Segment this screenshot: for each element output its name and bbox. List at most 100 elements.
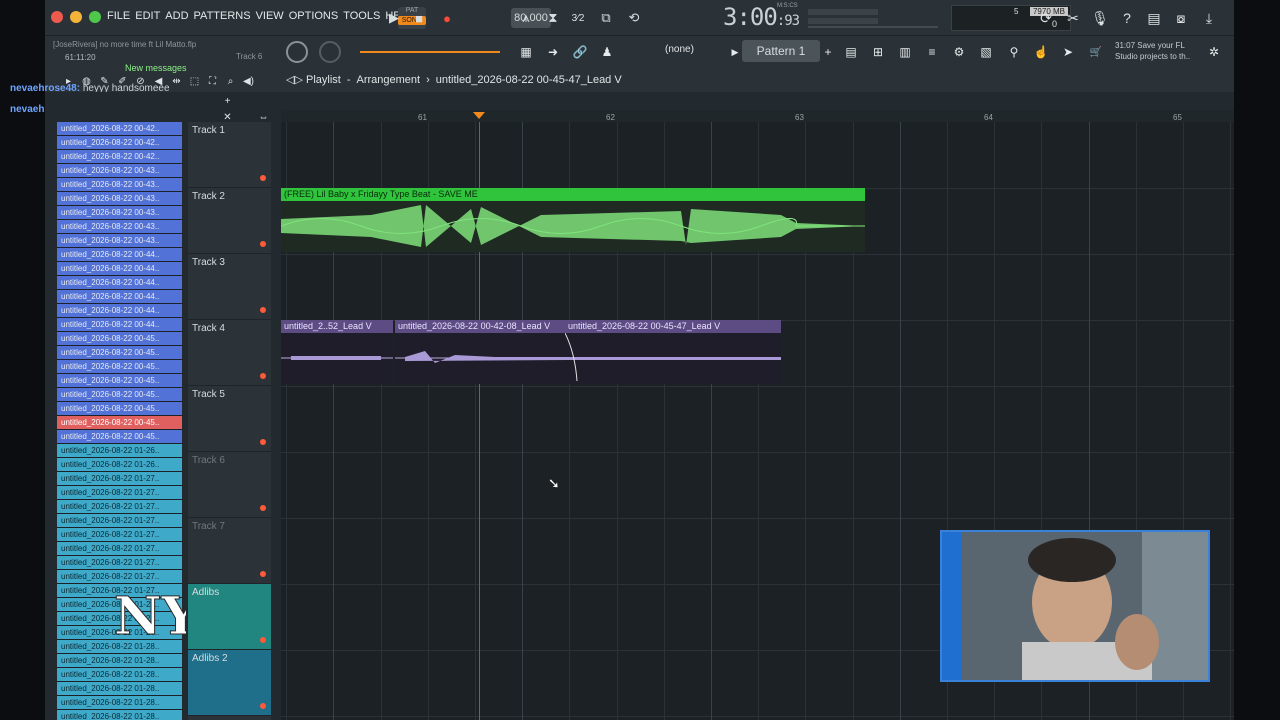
browser-clip-item[interactable]: untitled_2026-08-22 00-43..	[57, 206, 182, 220]
arrow-icon[interactable]: ➜	[542, 43, 564, 61]
browser-clip-item[interactable]: untitled_2026-08-22 00-44..	[57, 318, 182, 332]
browser-clip-item[interactable]: untitled_2026-08-22 00-42..	[57, 122, 182, 136]
browser-clip-item[interactable]: untitled_2026-08-22 00-43..	[57, 220, 182, 234]
minimize-window-button[interactable]	[70, 11, 82, 23]
menu-tools[interactable]: TOOLS	[343, 10, 380, 22]
mixer-icon[interactable]: ≡	[921, 43, 943, 61]
lead-clip-2[interactable]: untitled_2026-08-22 00-42-08_Lead V	[395, 320, 567, 384]
track-led-icon[interactable]	[260, 637, 266, 643]
slip-icon[interactable]: ⇹	[169, 74, 184, 89]
browser-clip-item[interactable]: untitled_2026-08-22 00-43..	[57, 178, 182, 192]
menu-add[interactable]: ADD	[165, 10, 188, 22]
cut-icon[interactable]: ✂	[1064, 8, 1082, 28]
browser-clip-item[interactable]: untitled_2026-08-22 00-45..	[57, 360, 182, 374]
browser-clip-item[interactable]: untitled_2026-08-22 00-44..	[57, 276, 182, 290]
record-button[interactable]: ●	[437, 8, 457, 28]
plugin-picker-icon[interactable]: ⚲	[1003, 43, 1025, 61]
track-header-4[interactable]: Track 4	[188, 320, 271, 386]
beat-clip[interactable]: (FREE) Lil Baby x Fridayy Type Beat - SA…	[281, 188, 865, 252]
browser-clip-item[interactable]: untitled_2026-08-22 00-45..	[57, 430, 182, 444]
select-icon[interactable]: ⬚	[187, 74, 202, 89]
channel-rack-icon[interactable]: ⊞	[867, 43, 889, 61]
touch-icon[interactable]: ☝	[1030, 43, 1052, 61]
browser-clip-item[interactable]: untitled_2026-08-22 00-44..	[57, 262, 182, 276]
menu-patterns[interactable]: PATTERNS	[194, 10, 251, 22]
track-led-icon[interactable]	[260, 439, 266, 445]
news-hint[interactable]: 31:07 Save your FL Studio projects to th…	[1115, 40, 1190, 62]
plugin-icon[interactable]: ⚙	[948, 43, 970, 61]
close-window-button[interactable]	[51, 11, 63, 23]
shop-icon[interactable]: 🛒	[1085, 43, 1107, 61]
master-pitch-knob[interactable]	[319, 41, 341, 63]
browser-clip-item[interactable]: untitled_2026-08-22 01-27..	[57, 542, 182, 556]
metronome-icon[interactable]: ⩚	[516, 8, 536, 28]
maximize-window-button[interactable]	[89, 11, 101, 23]
track-header-9[interactable]: Adlibs 2	[188, 650, 271, 716]
browser-clip-item[interactable]: untitled_2026-08-22 01-27..	[57, 486, 182, 500]
track-header-2[interactable]: Track 2	[188, 188, 271, 254]
export-icon[interactable]: ⧇	[1172, 8, 1190, 28]
browser-clip-item[interactable]: untitled_2026-08-22 01-28..	[57, 696, 182, 710]
track-header-5[interactable]: Track 5	[188, 386, 271, 452]
menu-file[interactable]: FILE	[107, 10, 130, 22]
browser-clip-item[interactable]: untitled_2026-08-22 01-28..	[57, 654, 182, 668]
menu-options[interactable]: OPTIONS	[289, 10, 339, 22]
track-led-icon[interactable]	[260, 373, 266, 379]
browser-clip-item[interactable]: untitled_2026-08-22 00-42..	[57, 136, 182, 150]
track-led-icon[interactable]	[260, 307, 266, 313]
browser-clip-item[interactable]: untitled_2026-08-22 00-45..	[57, 416, 182, 430]
browser-clip-item[interactable]: untitled_2026-08-22 00-45..	[57, 374, 182, 388]
browser-clip-item[interactable]: untitled_2026-08-22 00-43..	[57, 192, 182, 206]
add-pattern-icon[interactable]: +	[817, 43, 839, 61]
send-icon[interactable]: ➤	[1057, 43, 1079, 61]
track-header-3[interactable]: Track 3	[188, 254, 271, 320]
countdown-icon[interactable]: 3⁄2	[568, 8, 588, 28]
piano-icon[interactable]: ▥	[894, 43, 916, 61]
browser-clip-item[interactable]: untitled_2026-08-22 01-26..	[57, 458, 182, 472]
playback-icon[interactable]: ◀)	[241, 74, 256, 89]
browser-clip-item[interactable]: untitled_2026-08-22 00-44..	[57, 248, 182, 262]
browser-clip-item[interactable]: untitled_2026-08-22 01-28..	[57, 710, 182, 720]
help-icon[interactable]: ?	[1118, 8, 1136, 28]
track-header-1[interactable]: Track 1	[188, 122, 271, 188]
track-led-icon[interactable]	[260, 175, 266, 181]
playlist-icon[interactable]: ▤	[840, 43, 862, 61]
refresh-icon[interactable]: ⟳	[1037, 8, 1055, 28]
master-volume-knob[interactable]	[286, 41, 308, 63]
browser-icon[interactable]: ▧	[975, 43, 997, 61]
browser-clip-item[interactable]: untitled_2026-08-22 00-43..	[57, 234, 182, 248]
menu-edit[interactable]: EDIT	[135, 10, 160, 22]
browser-clip-item[interactable]: untitled_2026-08-22 01-27..	[57, 528, 182, 542]
zoom-fit-icon[interactable]: ⛶	[205, 74, 220, 89]
stop-button[interactable]: ■	[409, 8, 429, 28]
track-header-7[interactable]: Track 7	[188, 518, 271, 584]
playhead-marker[interactable]	[473, 112, 485, 119]
browser-clip-item[interactable]: untitled_2026-08-22 00-45..	[57, 402, 182, 416]
stamp-icon[interactable]: ♟	[596, 43, 618, 61]
browser-clip-item[interactable]: untitled_2026-08-22 00-42..	[57, 150, 182, 164]
lead-clip-1[interactable]: untitled_2..52_Lead V	[281, 320, 393, 384]
browser-clip-item[interactable]: untitled_2026-08-22 01-27..	[57, 514, 182, 528]
play-button[interactable]: ▶	[384, 8, 404, 28]
step-edit-icon[interactable]: ⧉	[596, 8, 616, 28]
browser-clip-item[interactable]: untitled_2026-08-22 01-27..	[57, 500, 182, 514]
link-icon[interactable]: 🔗	[569, 43, 591, 61]
piano-roll-icon[interactable]: ▦	[515, 43, 537, 61]
mic-icon[interactable]: 🎙	[1091, 8, 1109, 28]
browser-clip-item[interactable]: untitled_2026-08-22 00-44..	[57, 304, 182, 318]
track-header-6[interactable]: Track 6	[188, 452, 271, 518]
browser-clip-item[interactable]: untitled_2026-08-22 00-45..	[57, 332, 182, 346]
wait-input-icon[interactable]: ⧗	[543, 8, 563, 28]
browser-clip-item[interactable]: untitled_2026-08-22 01-26..	[57, 444, 182, 458]
master-slider[interactable]	[360, 51, 500, 53]
pattern-selector[interactable]: Pattern 1	[742, 40, 820, 62]
zoom-icon[interactable]: ⌕	[223, 74, 238, 89]
browser-clip-item[interactable]: untitled_2026-08-22 01-28..	[57, 668, 182, 682]
track-led-icon[interactable]	[260, 571, 266, 577]
snap-select[interactable]: (none)	[665, 44, 694, 55]
browser-clip-item[interactable]: untitled_2026-08-22 00-43..	[57, 164, 182, 178]
menu-view[interactable]: VIEW	[256, 10, 284, 22]
add-track-icon[interactable]: +	[220, 94, 235, 109]
track-header-8[interactable]: Adlibs	[188, 584, 271, 650]
track-led-icon[interactable]	[260, 505, 266, 511]
